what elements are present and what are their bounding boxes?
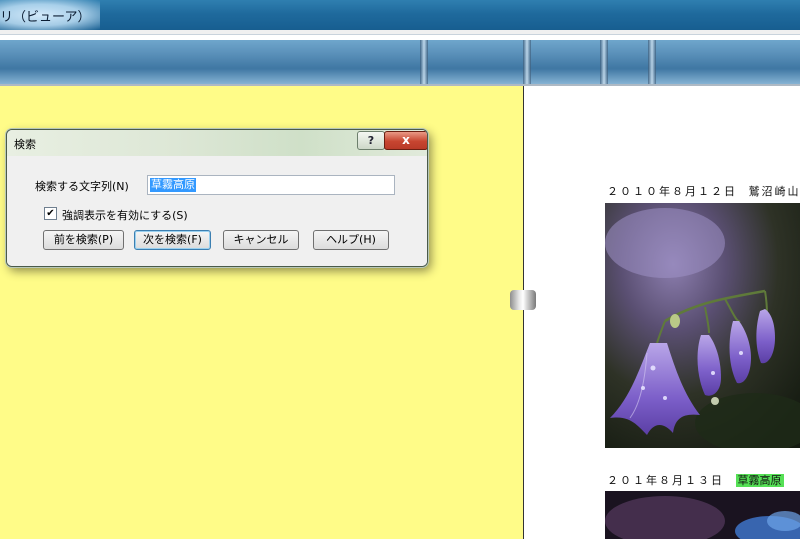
dialog-body: 検索する文字列(N) 草霧高原 ✔ 強調表示を有効にする(S) 前を検索(P) … — [7, 156, 427, 266]
search-input-value: 草霧高原 — [150, 178, 196, 192]
highlight-checkbox-label[interactable]: 強調表示を有効にする(S) — [62, 207, 188, 223]
window-title-bar[interactable]: リ（ビューア） — [0, 0, 800, 35]
entry-place: 鷲沼崎山 — [748, 185, 800, 198]
entry-date: ２０１０年８月１２日 — [607, 185, 737, 198]
search-label: 検索する文字列(N) — [35, 180, 129, 193]
find-previous-button[interactable]: 前を検索(P) — [43, 230, 124, 250]
help-button[interactable]: ヘルプ(H) — [313, 230, 389, 250]
landscape-photo — [605, 491, 800, 539]
toolbar-separator — [420, 40, 428, 84]
toolbar-separator — [648, 40, 656, 84]
splitter-grip-icon — [510, 290, 536, 310]
entry-heading: ２０１年８月１３日 草霧高原 — [607, 472, 784, 488]
entry-heading: ２０１０年８月１２日 鷲沼崎山 — [607, 183, 800, 199]
flower-photo — [605, 203, 800, 448]
pane-splitter-handle[interactable] — [510, 290, 536, 310]
dialog-title-bar[interactable]: 検索 ? x — [7, 130, 427, 156]
close-icon[interactable]: x — [384, 131, 427, 150]
window-title: リ（ビューア） — [0, 10, 91, 25]
highlight-checkbox[interactable]: ✔ — [44, 207, 57, 220]
cancel-button[interactable]: キャンセル — [223, 230, 299, 250]
toolbar-separator — [600, 40, 608, 84]
title-divider — [0, 30, 800, 35]
search-dialog: 検索 ? x 検索する文字列(N) 草霧高原 ✔ 強調表示を有効にする(S) 前… — [6, 129, 428, 267]
highlighted-match: 草霧高原 — [735, 474, 784, 487]
help-question-icon[interactable]: ? — [357, 131, 385, 150]
search-input[interactable]: 草霧高原 — [147, 175, 395, 195]
dialog-title: 検索 — [14, 138, 36, 151]
toolbar — [0, 40, 800, 84]
entry-date: ２０１年８月１３日 — [607, 474, 724, 487]
find-next-button[interactable]: 次を検索(F) — [134, 230, 211, 250]
toolbar-separator — [523, 40, 531, 84]
